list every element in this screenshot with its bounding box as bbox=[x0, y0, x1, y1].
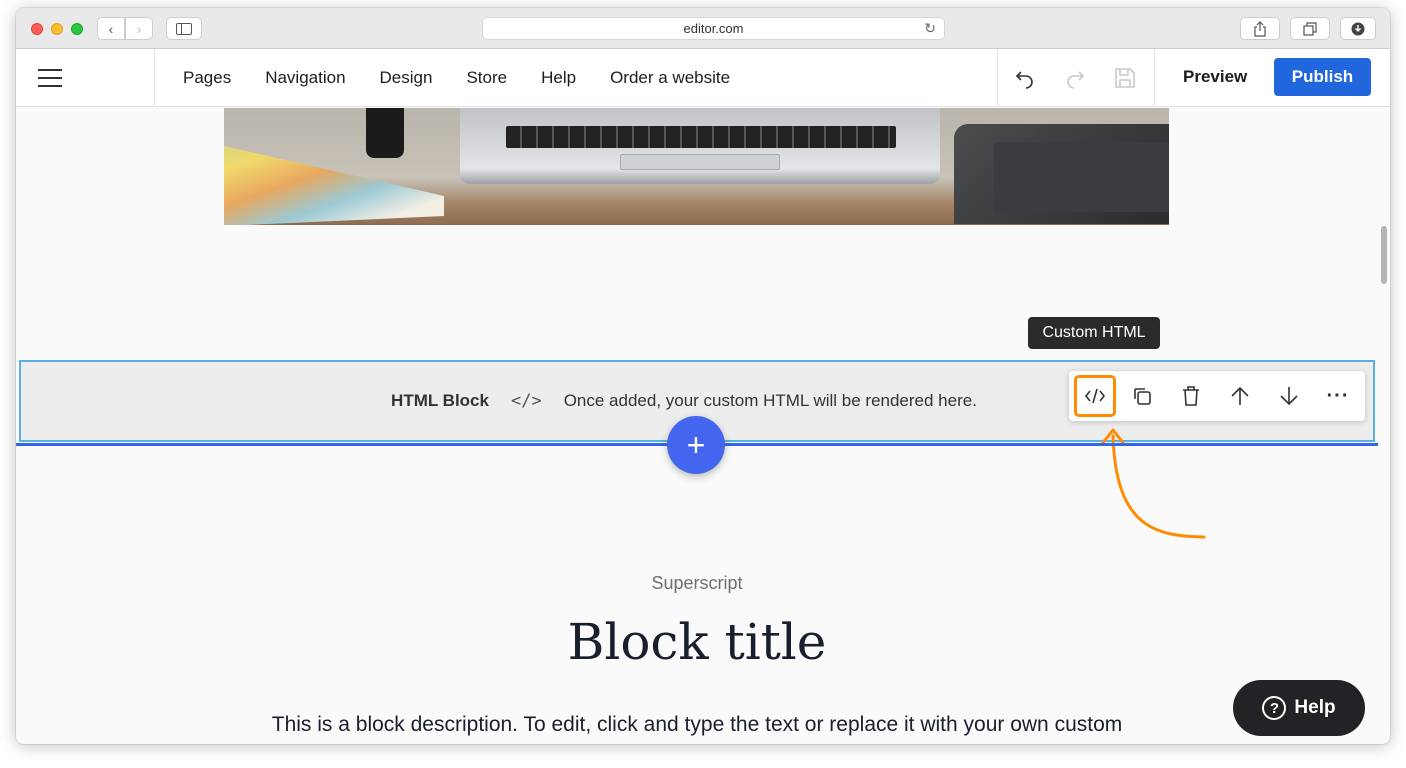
browser-chrome: ‹ › editor.com ↻ bbox=[16, 8, 1390, 49]
hamburger-menu-icon[interactable] bbox=[38, 69, 62, 87]
forward-button[interactable]: › bbox=[125, 17, 153, 40]
minimize-window-button[interactable] bbox=[51, 23, 63, 35]
menu-item-order-website[interactable]: Order a website bbox=[610, 68, 730, 88]
move-up-button[interactable] bbox=[1224, 380, 1256, 412]
scrollbar-thumb[interactable] bbox=[1381, 226, 1387, 284]
question-icon: ? bbox=[1262, 696, 1287, 720]
copy-icon bbox=[1134, 388, 1151, 405]
browser-window: ‹ › editor.com ↻ Pages Navigation Design… bbox=[16, 8, 1390, 744]
trash-icon bbox=[1183, 386, 1199, 406]
close-window-button[interactable] bbox=[31, 23, 43, 35]
custom-html-tooltip: Custom HTML bbox=[1028, 317, 1160, 349]
redo-icon[interactable] bbox=[1062, 65, 1088, 91]
add-block-button[interactable]: + bbox=[667, 416, 725, 474]
mug-image bbox=[366, 108, 404, 158]
editor-toolbar: Pages Navigation Design Store Help Order… bbox=[16, 49, 1390, 107]
menu-item-store[interactable]: Store bbox=[466, 68, 507, 88]
more-icon: ··· bbox=[1326, 384, 1350, 407]
undo-icon[interactable] bbox=[1012, 65, 1038, 91]
help-button[interactable]: ? Help bbox=[1233, 680, 1365, 736]
delete-block-button[interactable] bbox=[1175, 380, 1207, 412]
html-block-placeholder: Once added, your custom HTML will be ren… bbox=[563, 391, 977, 410]
scrollbar[interactable] bbox=[1378, 108, 1390, 744]
block-superscript[interactable]: Superscript bbox=[16, 573, 1378, 594]
arrow-down-icon bbox=[1280, 387, 1298, 406]
code-icon: </> bbox=[510, 391, 542, 411]
move-down-button[interactable] bbox=[1273, 380, 1305, 412]
color-swatches-image bbox=[224, 146, 444, 225]
block-description[interactable]: This is a block description. To edit, cl… bbox=[16, 713, 1378, 737]
reload-icon[interactable]: ↻ bbox=[924, 20, 936, 37]
back-button[interactable]: ‹ bbox=[97, 17, 125, 40]
menu-item-pages[interactable]: Pages bbox=[183, 68, 231, 88]
edit-html-button[interactable] bbox=[1074, 375, 1116, 417]
arrow-up-icon bbox=[1231, 386, 1249, 405]
hero-image bbox=[224, 108, 1169, 225]
tabs-icon bbox=[1303, 21, 1317, 36]
block-actions-toolbar: ··· bbox=[1069, 371, 1365, 421]
sidebar-icon bbox=[176, 22, 192, 35]
download-icon bbox=[1351, 22, 1365, 35]
zoom-window-button[interactable] bbox=[71, 23, 83, 35]
editor-canvas: Custom HTML HTML Block </> Once added, y… bbox=[16, 108, 1390, 744]
drawing-tablet-image bbox=[954, 124, 1169, 224]
chevron-right-icon: › bbox=[136, 20, 142, 37]
sidebar-toggle-button[interactable] bbox=[166, 17, 202, 40]
toolbar-divider bbox=[1154, 49, 1155, 107]
toolbar-divider bbox=[997, 49, 998, 107]
annotation-arrow bbox=[1100, 428, 1206, 539]
tabs-button[interactable] bbox=[1290, 17, 1330, 40]
code-icon bbox=[1084, 388, 1106, 404]
url-text: editor.com bbox=[683, 21, 744, 36]
plus-icon: + bbox=[686, 427, 706, 463]
save-icon[interactable] bbox=[1112, 65, 1138, 91]
toolbar-divider bbox=[154, 49, 155, 107]
share-button[interactable] bbox=[1240, 17, 1280, 40]
main-menu: Pages Navigation Design Store Help Order… bbox=[183, 49, 764, 107]
chevron-left-icon: ‹ bbox=[108, 20, 114, 37]
html-block-title: HTML Block bbox=[391, 391, 489, 410]
preview-button[interactable]: Preview bbox=[1183, 67, 1247, 87]
downloads-button[interactable] bbox=[1340, 17, 1376, 40]
share-icon bbox=[1254, 20, 1266, 37]
menu-item-navigation[interactable]: Navigation bbox=[265, 68, 345, 88]
publish-button[interactable]: Publish bbox=[1274, 58, 1371, 96]
more-options-button[interactable]: ··· bbox=[1322, 380, 1354, 412]
laptop-image bbox=[460, 108, 940, 184]
help-label: Help bbox=[1294, 697, 1336, 718]
menu-item-help[interactable]: Help bbox=[541, 68, 576, 88]
block-title[interactable]: Block title bbox=[16, 613, 1378, 671]
address-bar[interactable]: editor.com ↻ bbox=[482, 17, 945, 40]
menu-item-design[interactable]: Design bbox=[380, 68, 433, 88]
duplicate-block-button[interactable] bbox=[1126, 380, 1158, 412]
